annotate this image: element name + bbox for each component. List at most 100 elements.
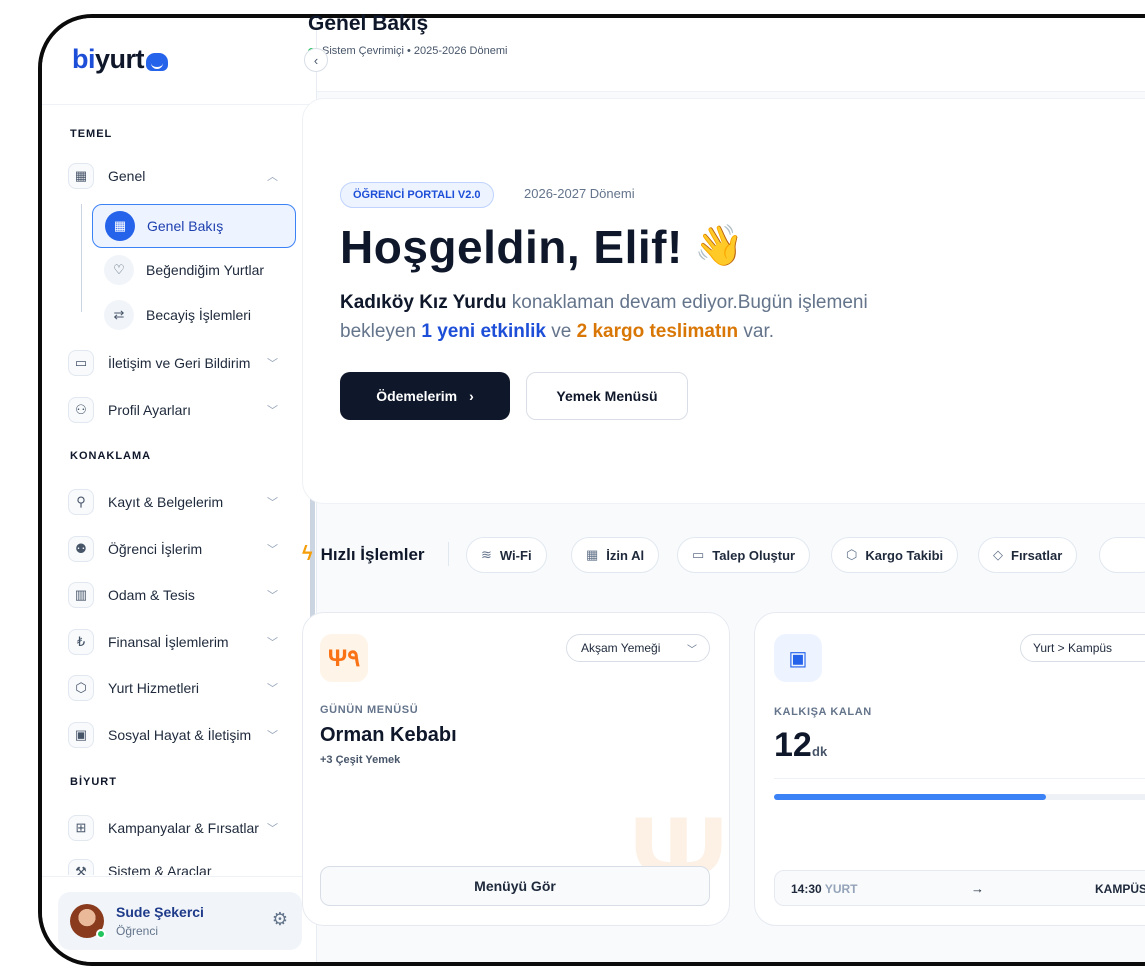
package-icon: ⬡ bbox=[846, 547, 858, 562]
chevron-down-icon: ﹀ bbox=[267, 590, 278, 602]
sidebar-subitem-becayis[interactable]: ⇄ Becayiş İşlemleri bbox=[92, 293, 296, 337]
subitem-label: Becayiş İşlemleri bbox=[146, 307, 252, 323]
sidebar-item-label: Finansal İşlemlerim bbox=[108, 634, 229, 650]
message-icon: ▭ bbox=[692, 547, 705, 562]
route-select[interactable]: Yurt > Kampüs bbox=[1020, 634, 1145, 662]
users-icon: ⚉ bbox=[68, 536, 94, 562]
wallet-icon: ▣ bbox=[68, 722, 94, 748]
chevron-left-icon: ‹ bbox=[313, 52, 319, 68]
sidebar-item-label: Odam & Tesis bbox=[108, 587, 195, 603]
menu-label: GÜNÜN MENÜSÜ bbox=[320, 704, 419, 716]
event-count[interactable]: 1 yeni etkinlik bbox=[421, 321, 546, 342]
gear-icon[interactable]: ⚙ bbox=[272, 909, 288, 930]
section-biyurt: BİYURT bbox=[70, 776, 117, 788]
status-text: Sistem Çevrimiçi • 2025-2026 Dönemi bbox=[322, 45, 508, 57]
meal-select[interactable]: Akşam Yemeği ﹀ bbox=[566, 634, 710, 662]
divider bbox=[774, 778, 1145, 779]
sidebar-item-label: İletişim ve Geri Bildirim bbox=[108, 355, 251, 371]
sidebar-collapse-button[interactable]: ‹ bbox=[304, 48, 328, 72]
minutes-remaining: 12 bbox=[774, 726, 812, 764]
chip-kargo-takibi[interactable]: ⬡ Kargo Takibi bbox=[831, 537, 959, 573]
portal-badge: ÖĞRENCİ PORTALI V2.0 bbox=[340, 182, 494, 208]
chip-firsatlar[interactable]: ◇ Fırsatlar bbox=[978, 537, 1078, 573]
extra-dishes: +3 Çeşit Yemek bbox=[320, 754, 401, 766]
grid-icon: ▦ bbox=[105, 211, 135, 241]
sidebar-item-genel[interactable]: ▦ Genel ︿ bbox=[68, 161, 288, 191]
schedule-row: 14:30 YURT → KAMPÜS bbox=[774, 870, 1145, 906]
chevron-down-icon: ﹀ bbox=[267, 730, 278, 742]
gift-icon: ⊞ bbox=[68, 815, 94, 841]
fork-knife-icon: Ψ٩ bbox=[320, 634, 368, 682]
quick-actions-title: ϟ Hızlı İşlemler bbox=[302, 543, 425, 565]
swap-icon: ⇄ bbox=[104, 300, 134, 330]
section-temel: TEMEL bbox=[70, 128, 113, 140]
greeting-heading: Hoşgeldin, Elif! bbox=[340, 221, 683, 273]
sidebar-item-odam[interactable]: ▥ Odam & Tesis ﹀ bbox=[68, 580, 288, 610]
fork-watermark-icon: Ψ bbox=[630, 792, 728, 926]
departure-progress bbox=[774, 794, 1145, 800]
sidebar-item-kayit[interactable]: ⚲ Kayıt & Belgelerim ﹀ bbox=[68, 487, 288, 517]
sidebar-item-hizmetler[interactable]: ⬡ Yurt Hizmetleri ﹀ bbox=[68, 673, 288, 703]
sidebar-item-sosyal[interactable]: ▣ Sosyal Hayat & İletişim ﹀ bbox=[68, 720, 288, 750]
meal-menu-button[interactable]: Yemek Menüsü bbox=[526, 372, 688, 420]
section-konaklama: KONAKLAMA bbox=[70, 450, 152, 462]
grid-icon: ▦ bbox=[68, 163, 94, 189]
sidebar-item-label: Profil Ayarları bbox=[108, 402, 191, 418]
subitem-label: Genel Bakış bbox=[147, 218, 224, 234]
sidebar-item-finansal[interactable]: ₺ Finansal İşlemlerim ﹀ bbox=[68, 627, 288, 657]
subitem-label: Beğendiğim Yurtlar bbox=[146, 262, 265, 278]
chevron-down-icon: ﹀ bbox=[267, 544, 278, 556]
building-icon: ▥ bbox=[68, 582, 94, 608]
view-menu-button[interactable]: Menüyü Gör bbox=[320, 866, 710, 906]
user-card[interactable]: Sude Şekerci Öğrenci ⚙ bbox=[58, 892, 302, 950]
calendar-icon: ▦ bbox=[586, 547, 599, 562]
brand-logo[interactable]: bi yurt bbox=[72, 44, 169, 75]
tools-icon: ⚒ bbox=[68, 859, 94, 875]
chip-talep-olustur[interactable]: ▭ Talep Oluştur bbox=[677, 537, 811, 573]
sidebar-item-kampanyalar[interactable]: ⊞ Kampanyalar & Fırsatlar ﹀ bbox=[68, 813, 288, 843]
sidebar-item-label: Sosyal Hayat & İletişim bbox=[108, 727, 252, 743]
sidebar-item-sistem[interactable]: ⚒ Sistem & Araçlar bbox=[68, 859, 288, 875]
system-status: Sistem Çevrimiçi • 2025-2026 Dönemi bbox=[308, 45, 507, 57]
chevron-down-icon: ﹀ bbox=[267, 683, 278, 695]
online-status-icon bbox=[96, 929, 106, 939]
payments-button[interactable]: Ödemelerim › bbox=[340, 372, 510, 420]
heart-icon: ♡ bbox=[104, 255, 134, 285]
waving-hand-icon: 👋 bbox=[694, 224, 744, 268]
user-add-icon: ⚲ bbox=[68, 489, 94, 515]
dish-name: Orman Kebabı bbox=[320, 724, 457, 746]
cargo-count[interactable]: 2 kargo teslimatın bbox=[577, 321, 739, 342]
period-text: 2026-2027 Dönemi bbox=[524, 186, 635, 201]
chevron-down-icon: ﹀ bbox=[267, 823, 278, 835]
departure-time: 14:30 bbox=[791, 882, 822, 896]
box-icon: ⬡ bbox=[68, 675, 94, 701]
chevron-down-icon: ﹀ bbox=[687, 644, 697, 656]
sidebar-subitem-genel-bakis[interactable]: ▦ Genel Bakış bbox=[92, 204, 296, 248]
divider bbox=[42, 104, 317, 105]
sidebar-item-profil[interactable]: ⚇ Profil Ayarları ﹀ bbox=[68, 395, 288, 425]
arrow-right-icon: → bbox=[971, 881, 984, 896]
user-name: Sude Şekerci bbox=[116, 904, 204, 920]
chevron-down-icon: ﹀ bbox=[267, 637, 278, 649]
user-role: Öğrenci bbox=[116, 924, 159, 938]
logo-smile-icon bbox=[146, 52, 169, 71]
divider bbox=[448, 542, 449, 566]
sidebar-subitem-begendigim-yurtlar[interactable]: ♡ Beğendiğim Yurtlar bbox=[92, 248, 296, 292]
sidebar-item-label: Yurt Hizmetleri bbox=[108, 680, 200, 696]
chevron-right-icon: › bbox=[469, 388, 474, 404]
destination-label: KAMPÜS bbox=[1095, 882, 1145, 896]
tag-icon: ◇ bbox=[993, 547, 1003, 562]
chevron-up-icon: ︿ bbox=[267, 171, 278, 183]
sidebar-item-iletisim[interactable]: ▭ İletişim ve Geri Bildirim ﹀ bbox=[68, 348, 288, 378]
tree-line bbox=[81, 204, 82, 312]
sidebar-item-ogrenci[interactable]: ⚉ Öğrenci İşlerim ﹀ bbox=[68, 534, 288, 564]
chat-icon: ▭ bbox=[68, 350, 94, 376]
page-title: Genel Bakış bbox=[308, 12, 429, 35]
chip-izin-al[interactable]: ▦ İzin Al bbox=[571, 537, 660, 573]
bus-icon: ▣ bbox=[774, 634, 822, 682]
sidebar-item-label: Kayıt & Belgelerim bbox=[108, 494, 224, 510]
chip-wifi[interactable]: ≋ Wi-Fi bbox=[466, 537, 547, 573]
departure-label: KALKIŞA KALAN bbox=[774, 706, 872, 718]
chip-more[interactable] bbox=[1099, 537, 1145, 573]
hero-description: Kadıköy Kız Yurdu konaklaman devam ediyo… bbox=[340, 292, 868, 342]
